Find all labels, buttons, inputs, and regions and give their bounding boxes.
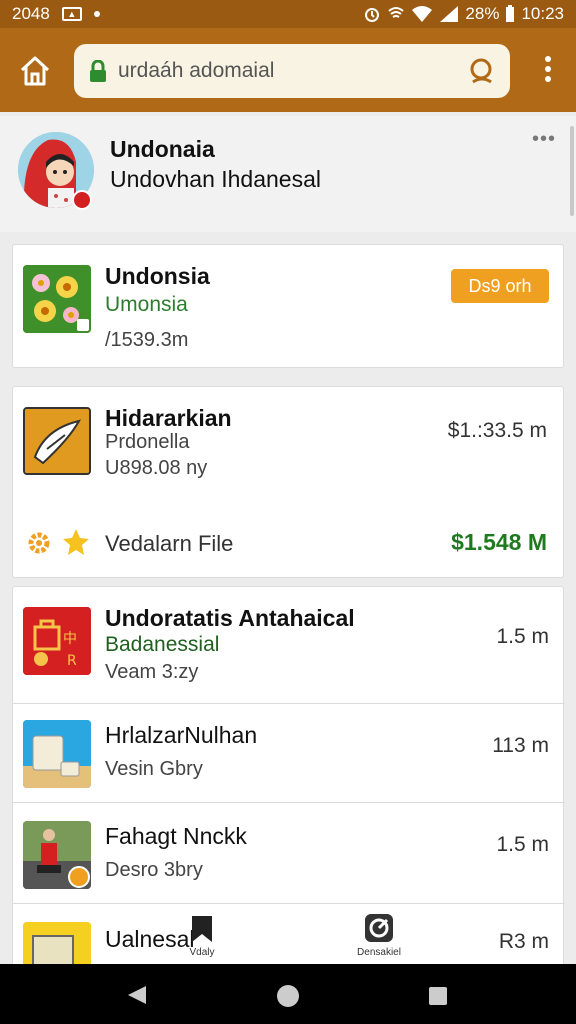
appliance-image-icon [23,720,91,788]
item-meta: U898.08 ny [105,457,208,479]
list-item[interactable]: HrlalzarNulhan Vesin Gbry 113 m [13,704,565,802]
battery-percent: 28% [465,4,500,23]
recents-icon[interactable] [428,986,448,1006]
list-item[interactable]: Fahagt Nnckk Desro 3bry 1.5 m [13,803,565,903]
signal-icon [440,6,459,22]
status-bar: 2048 ▲ 28% 10:23 [0,0,576,28]
home-nav-icon[interactable] [276,984,300,1008]
person-photo-icon [23,821,91,889]
status-time-left: 2048 [12,4,50,23]
item-title: Hidararkian [105,405,232,431]
item-title: Undoratatis Antahaical [105,605,355,631]
svg-text:中: 中 [63,631,77,647]
profile-header: Undonaia Undovhan Ihdanesal ••• [0,116,576,232]
svg-text:R: R [67,653,77,669]
scrollbar[interactable] [570,126,574,216]
shop-thumbnail: 中 R [23,607,91,675]
item-subtitle: Umonsia [105,293,188,316]
list-item[interactable]: Hidararkian Prdonella U898.08 ny $1.:33.… [12,386,564,578]
overflow-menu-button[interactable] [538,56,558,88]
url-bar[interactable]: urdaáh adomaial [74,44,510,98]
app-thumbnail [23,407,91,475]
profile-subtitle: Undovhan Ihdanesal [110,166,321,192]
item-meta: Desro 3bry [105,859,203,881]
url-text[interactable]: urdaáh adomaial [118,59,468,83]
profile-name: Undonaia [110,136,215,162]
status-clock: 10:23 [521,4,564,23]
browser-toolbar: urdaáh adomaial [0,28,576,112]
wifi-icon [412,6,433,22]
flowers-image-icon [23,265,91,333]
back-icon[interactable] [126,984,148,1006]
item-action-button[interactable]: Ds9 orh [451,269,549,303]
person-thumbnail [23,821,91,889]
bottom-tab-bar: Vdaly Densakiel [0,908,576,964]
tab-label: Vdaly [189,947,215,958]
tab-densakiel[interactable]: Densakiel [354,912,404,958]
footer-value: $1.548 M [451,529,547,555]
item-meta: /1539.3m [105,329,189,351]
tab-vdaly[interactable]: Vdaly [180,914,224,958]
item-title: Undonsia [105,263,210,289]
compass-icon [365,914,393,942]
shopping-bag-icon: 中 R [23,607,91,675]
battery-icon [506,5,515,22]
footer-label: Vedalarn File [105,531,234,556]
verified-badge-icon [72,190,92,210]
item-price: 1.5 m [496,625,549,648]
bookmark-icon [192,916,212,942]
list-item[interactable]: 中 R Undoratatis Antahaical Badanessial V… [13,587,565,703]
item-subtitle: Prdonella [105,431,190,453]
home-icon[interactable] [18,54,52,88]
item-title: HrlalzarNulhan [105,722,258,748]
more-horiz-icon[interactable]: ••• [532,128,556,151]
hotspot-icon [388,7,405,18]
search-icon[interactable] [468,57,496,85]
system-nav-bar [0,964,576,1024]
more-vert-icon [545,56,551,62]
item-price: 113 m [492,734,549,757]
item-meta: Veam 3:zy [105,661,199,683]
tab-label: Densakiel [357,947,401,958]
gear-icon[interactable] [25,529,53,557]
list-item[interactable]: Undonsia Umonsia /1539.3m Ds9 orh [12,244,564,368]
item-price: 1.5 m [496,833,549,856]
item-meta: Vesin Gbry [105,758,203,780]
item-title: Fahagt Nnckk [105,823,247,849]
lock-icon [90,60,106,82]
plane-logo-icon [25,409,89,473]
notification-dot-icon [93,11,100,17]
item-price: $1.:33.5 m [447,419,547,442]
flowers-thumbnail [23,265,91,333]
item-subtitle: Badanessial [105,633,220,656]
alarm-icon [365,8,380,22]
image-notification-icon: ▲ [61,7,82,21]
appliance-thumbnail [23,720,91,788]
star-icon[interactable] [61,527,91,557]
